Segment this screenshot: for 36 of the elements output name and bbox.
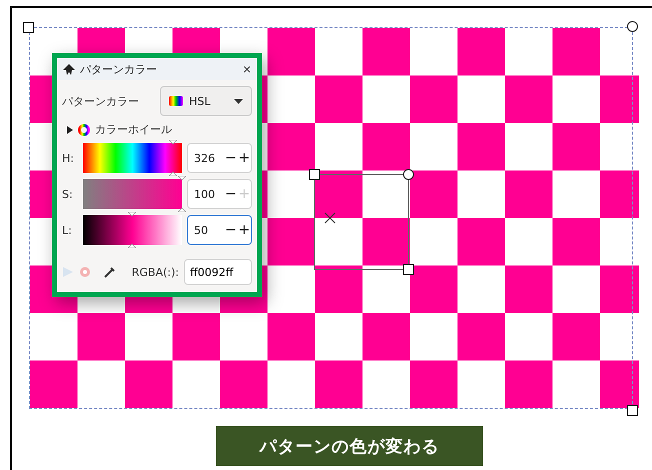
slider-thumb[interactable] — [128, 212, 136, 248]
slider-thumb[interactable] — [168, 140, 177, 176]
rotate-handle[interactable] — [627, 21, 638, 32]
decrement-button[interactable]: − — [224, 186, 238, 202]
caret-icon — [234, 98, 243, 104]
slider-label: H: — [62, 152, 75, 164]
scale-handle[interactable] — [403, 264, 414, 275]
slider-label: L: — [62, 224, 73, 236]
rgba-label: RGBA(:): — [132, 266, 179, 278]
increment-button[interactable]: + — [238, 222, 251, 238]
scale-handle[interactable] — [23, 22, 34, 33]
color-wheel-icon — [78, 124, 90, 136]
increment-button[interactable]: + — [238, 150, 251, 166]
pattern-origin-icon[interactable] — [324, 212, 336, 224]
value-spinbox[interactable]: 50 −+ — [187, 215, 252, 245]
slider-label: S: — [62, 188, 74, 200]
close-button[interactable]: × — [242, 62, 251, 76]
decrement-button[interactable]: − — [224, 150, 238, 166]
color-slider[interactable] — [82, 143, 182, 173]
app-logo-icon — [63, 64, 75, 74]
color-slider[interactable] — [82, 215, 182, 245]
gamut-icon — [62, 266, 74, 278]
dialog-title: パターンカラー — [80, 62, 158, 76]
rgba-field[interactable]: ff0092ff — [184, 259, 252, 285]
decrement-button[interactable]: − — [224, 222, 238, 238]
scale-handle[interactable] — [309, 169, 320, 180]
value-spinbox[interactable]: 326 −+ — [187, 143, 252, 173]
color-wheel-expander[interactable]: カラーホイール — [62, 122, 172, 137]
expander-arrow-icon — [67, 126, 73, 134]
mode-label: パターンカラー — [62, 94, 139, 108]
eyedropper-icon[interactable] — [104, 266, 116, 278]
out-of-gamut-icon — [79, 266, 91, 278]
mode-dropdown[interactable]: HSL — [160, 86, 252, 116]
rainbow-icon — [169, 96, 183, 106]
caption-banner: パターンの色が変わる — [216, 426, 483, 466]
scale-handle[interactable] — [627, 405, 638, 416]
